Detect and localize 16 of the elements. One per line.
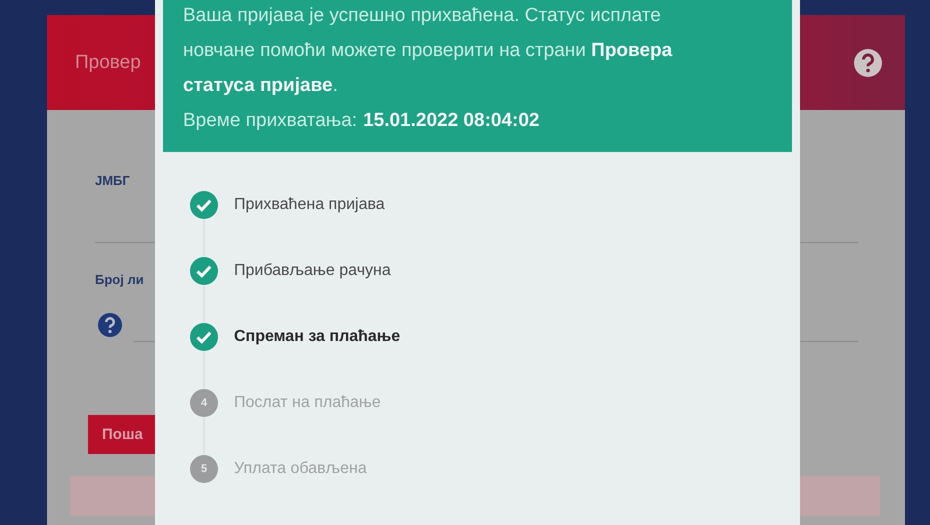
field-label: Број ли — [95, 272, 144, 287]
success-message: Ваша пријава је успешно прихваћена. Статус исплате новчане помоћи можете проверити на страни Провера статуса пријаве. — [183, 4, 674, 98]
help-icon[interactable] — [97, 312, 123, 338]
step-label: Прибављање рачуна — [234, 262, 391, 280]
time-label: Време прихватања: — [183, 109, 358, 133]
step-label: Уплата обављена — [234, 460, 367, 478]
help-icon[interactable] — [853, 48, 883, 78]
time-value: 15.01.2022 08:04:02 — [363, 109, 540, 133]
step-label: Послат на плаћање — [234, 394, 381, 412]
field-label: ЈМБГ — [95, 173, 130, 188]
step-number: 5 — [190, 455, 218, 483]
step-label: Спреман за плаћање — [234, 328, 400, 346]
page-title: Провер — [75, 52, 141, 74]
step-number: 4 — [190, 389, 218, 417]
submit-button[interactable]: Поша — [88, 415, 157, 454]
step-label: Прихваћена пријава — [234, 196, 385, 214]
